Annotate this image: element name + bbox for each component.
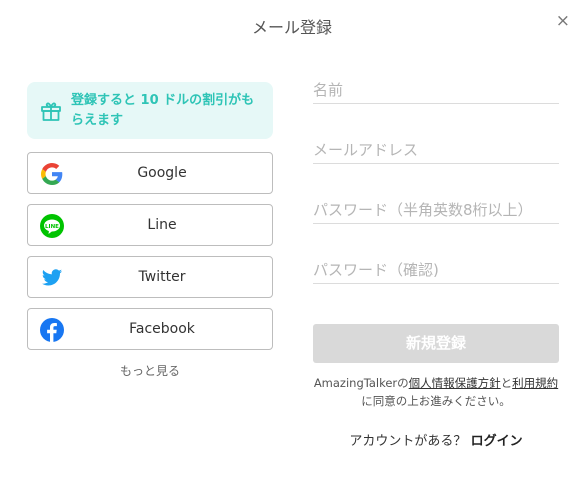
login-prompt-text: アカウントがある？ [349, 434, 467, 449]
google-login-button[interactable]: Google [27, 152, 273, 194]
svg-text:LINE: LINE [45, 224, 59, 230]
terms-of-use-link[interactable]: 利用規約 [512, 376, 558, 390]
line-icon: LINE [40, 214, 64, 238]
login-prompt: アカウントがある？ ログイン [313, 430, 559, 449]
twitter-label: Twitter [138, 269, 186, 285]
login-link[interactable]: ログイン [471, 434, 523, 449]
google-label: Google [137, 165, 187, 181]
name-field[interactable] [313, 77, 559, 104]
gift-icon [41, 102, 61, 121]
line-login-button[interactable]: LINE Line [27, 204, 273, 246]
facebook-icon [40, 318, 64, 342]
close-icon[interactable]: × [556, 13, 570, 30]
email-field[interactable] [313, 137, 559, 164]
privacy-policy-link[interactable]: 個人情報保護方針 [409, 376, 501, 390]
terms-prefix: AmazingTalkerの [313, 376, 409, 390]
line-label: Line [147, 217, 177, 233]
terms-and: と [500, 376, 513, 390]
dialog-title: メール登録 [251, 18, 332, 37]
promo-banner: 登録すると 10 ドルの割引がもらえます [27, 82, 273, 139]
password-confirm-field[interactable] [313, 257, 559, 284]
promo-text: 登録すると 10 ドルの割引がもらえます [71, 92, 255, 128]
terms-notice: AmazingTalkerの個人情報保護方針と利用規約に同意の上お進みください。 [313, 374, 559, 410]
more-options-link[interactable]: もっと見る [27, 362, 273, 379]
twitter-login-button[interactable]: Twitter [27, 256, 273, 298]
password-field[interactable] [313, 197, 559, 224]
facebook-label: Facebook [129, 321, 195, 337]
terms-suffix: に同意の上お進みください。 [361, 394, 511, 408]
register-button[interactable]: 新規登録 [313, 324, 559, 363]
google-icon [40, 162, 64, 186]
twitter-icon [40, 266, 64, 290]
facebook-login-button[interactable]: Facebook [27, 308, 273, 350]
